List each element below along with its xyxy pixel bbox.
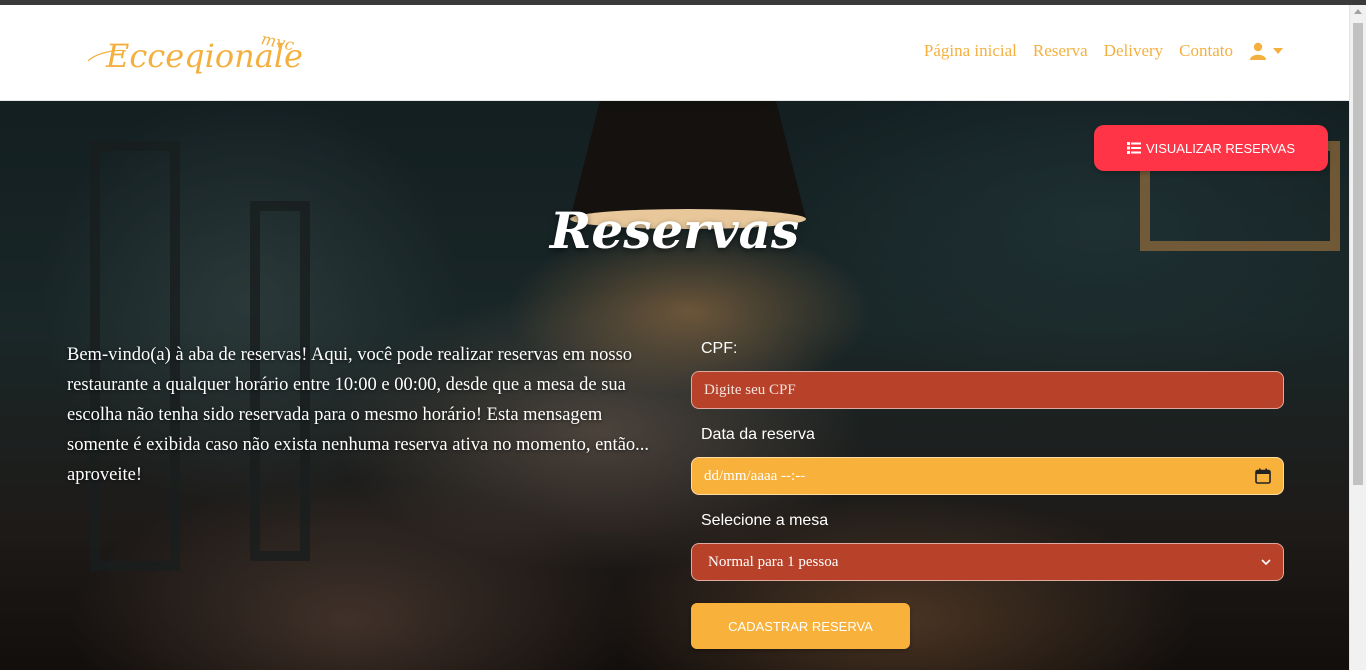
table-label: Selecione a mesa bbox=[701, 512, 829, 529]
caret-down-icon bbox=[1273, 48, 1283, 54]
scrollbar-thumb[interactable] bbox=[1353, 23, 1363, 485]
view-reservations-button[interactable]: VISUALIZAR RESERVAS bbox=[1094, 125, 1328, 171]
view-reservations-label: VISUALIZAR RESERVAS bbox=[1145, 140, 1296, 156]
scroll-up-arrow-icon[interactable] bbox=[1354, 9, 1362, 14]
date-input[interactable]: dd/mm/aaaa --:-- bbox=[691, 457, 1284, 495]
calendar-icon[interactable] bbox=[1255, 468, 1271, 484]
intro-message: Bem-vindo(a) à aba de reservas! Aqui, vo… bbox=[67, 345, 650, 485]
cpf-label: CPF: bbox=[701, 340, 738, 357]
navbar: Ecceqionale mvc Página inicial Reserva D… bbox=[0, 5, 1349, 101]
table-selected-value: Normal para 1 pessoa bbox=[708, 553, 839, 570]
brand-logo[interactable]: Ecceqionale mvc bbox=[86, 27, 316, 87]
nav-link-reserva[interactable]: Reserva bbox=[1033, 41, 1088, 61]
page-scrollbar[interactable] bbox=[1349, 5, 1366, 670]
cpf-input[interactable]: Digite seu CPF bbox=[691, 371, 1284, 409]
table-select[interactable]: Normal para 1 pessoa bbox=[691, 543, 1284, 581]
reservation-hero: VISUALIZAR RESERVAS Reservas Bem-vindo(a… bbox=[0, 101, 1349, 670]
nav-link-contato[interactable]: Contato bbox=[1179, 41, 1233, 61]
nav-link-delivery[interactable]: Delivery bbox=[1104, 41, 1163, 61]
cpf-placeholder: Digite seu CPF bbox=[704, 381, 796, 398]
brand-logo-mark: Ecceqionale mvc bbox=[87, 29, 303, 75]
list-icon bbox=[1126, 142, 1141, 154]
page-title: Reservas bbox=[549, 201, 800, 260]
chevron-down-icon bbox=[1261, 558, 1271, 565]
user-icon bbox=[1250, 42, 1266, 60]
date-label: Data da reserva bbox=[701, 426, 815, 443]
reservation-form: CPF: Digite seu CPF Data da reserva dd/m… bbox=[691, 337, 1284, 649]
date-placeholder: dd/mm/aaaa --:-- bbox=[704, 467, 806, 484]
nav-menu: Página inicial Reserva Delivery Contato bbox=[924, 41, 1283, 61]
user-dropdown-toggle[interactable] bbox=[1249, 42, 1283, 60]
hero-content: VISUALIZAR RESERVAS Reservas Bem-vindo(a… bbox=[0, 101, 1349, 670]
submit-reservation-button[interactable]: CADASTRAR RESERVA bbox=[691, 603, 910, 649]
nav-link-home[interactable]: Página inicial bbox=[924, 41, 1017, 61]
